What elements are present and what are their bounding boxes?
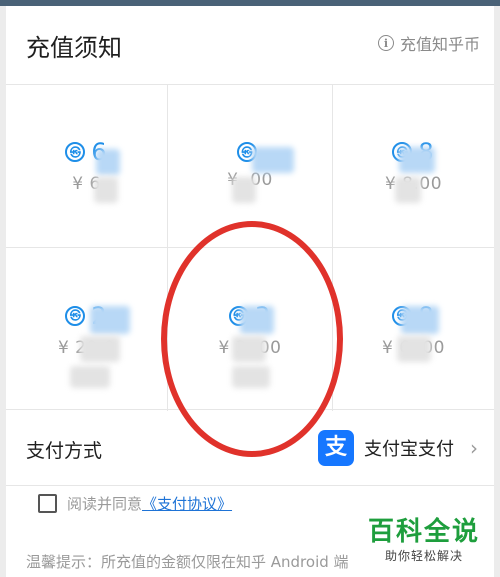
watermark-subtitle: 助你轻松解决 [384,548,463,563]
package-option-4[interactable]: ㉿ 2 ¥ 29 0 [6,248,168,411]
coin-info-link[interactable]: i 充值知乎币 [377,31,480,55]
package-option-3[interactable]: ㉿ 8 ¥ 8.00 [333,85,494,248]
coin-info-label: 充值知乎币 [399,35,480,54]
tip-text: 温馨提示：所充值的金额仅限在知乎 Android 端 [26,553,349,571]
blur-mask [96,149,120,175]
blur-mask [90,306,130,334]
chevron-right-icon: › [470,436,478,460]
blur-mask [232,177,256,203]
payment-method-value: 支付宝支付 [364,439,454,460]
agreement-text: 阅读并同意 [67,495,143,513]
alipay-icon: 支 [318,430,354,466]
agreement-link[interactable]: 《支付协议》 [142,493,232,514]
coin-icon: ㉿ [65,305,86,326]
package-option-6[interactable]: ㉿ 8 ¥ 6 .00 [333,248,494,411]
payment-method-selector[interactable]: 支 支付宝支付 › [318,430,478,466]
panel-header: 充值须知 i 充值知乎币 [6,6,494,84]
coin-icon: ㉿ [65,142,86,162]
payment-method-label: 支付方式 [26,440,103,462]
annotation-circle [161,221,343,457]
blur-mask [80,336,120,362]
info-icon: i [377,35,394,51]
blur-mask [70,366,110,388]
watermark-logo: 百科全说 助你轻松解决 [363,516,484,566]
package-option-1[interactable]: ㉿ 6 ¥ 6 [6,85,168,248]
blur-mask [94,177,118,203]
watermark-title: 百科全说 [367,517,480,547]
agreement-checkbox[interactable] [38,494,57,513]
blur-mask [397,336,431,362]
blur-mask [399,147,435,173]
blur-mask [252,147,294,173]
blur-mask [401,306,439,334]
blur-mask [395,177,421,203]
page-title: 充值须知 [26,34,122,62]
agreement-row: 阅读并同意 《支付协议》 [38,493,232,514]
